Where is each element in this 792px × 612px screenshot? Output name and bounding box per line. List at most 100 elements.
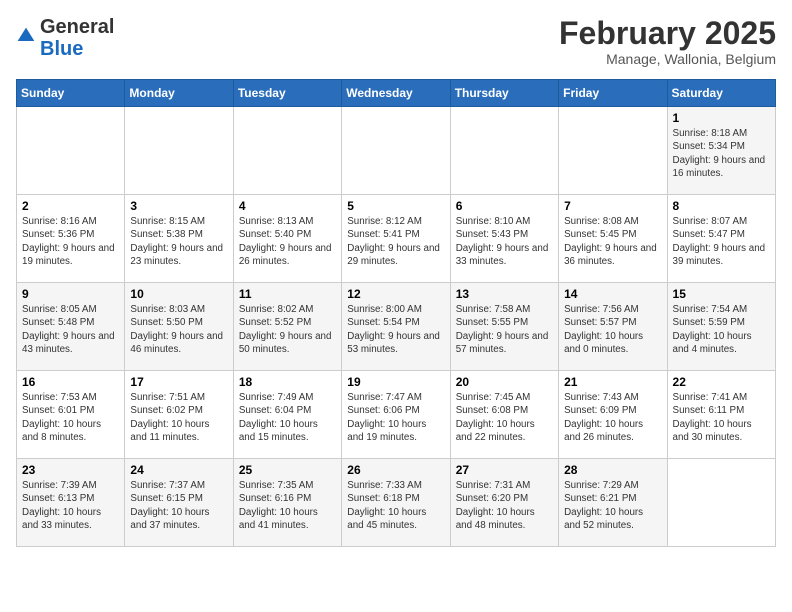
- calendar-cell: [125, 107, 233, 195]
- calendar-cell: 5Sunrise: 8:12 AM Sunset: 5:41 PM Daylig…: [342, 195, 450, 283]
- day-info: Sunrise: 7:31 AM Sunset: 6:20 PM Dayligh…: [456, 479, 553, 532]
- calendar-cell: 21 Sunrise: 7:43 AM Sunset: 6:09 PM Dayli…: [559, 371, 667, 459]
- day-number: 13: [456, 287, 553, 301]
- calendar-week-4: 16Sunrise: 7:53 AM Sunset: 6:01 PM Dayli…: [17, 371, 776, 459]
- day-info: Sunrise: 7:35 AM Sunset: 6:16 PM Dayligh…: [239, 479, 336, 532]
- calendar-cell: 12 Sunrise: 8:00 AM Sunset: 5:54 PM Dayli…: [342, 283, 450, 371]
- day-info: Sunrise: 8:08 AM Sunset: 5:45 PM Dayligh…: [564, 215, 661, 268]
- day-number: 22: [673, 375, 770, 389]
- weekday-header-thursday: Thursday: [450, 80, 558, 107]
- weekday-header-saturday: Saturday: [667, 80, 775, 107]
- day-number: 26: [347, 463, 444, 477]
- day-number: 23: [22, 463, 119, 477]
- day-number: 21: [564, 375, 661, 389]
- day-number: 10: [130, 287, 227, 301]
- weekday-header-friday: Friday: [559, 80, 667, 107]
- calendar-cell: 19Sunrise: 7:47 AM Sunset: 6:06 PM Dayli…: [342, 371, 450, 459]
- calendar-cell: [342, 107, 450, 195]
- day-info: Sunrise: 8:16 AM Sunset: 5:36 PM Dayligh…: [22, 215, 119, 268]
- weekday-header-sunday: Sunday: [17, 80, 125, 107]
- calendar-cell: 22 Sunrise: 7:41 AM Sunset: 6:11 PM Dayli…: [667, 371, 775, 459]
- calendar-cell: [559, 107, 667, 195]
- day-info: Sunrise: 7:51 AM Sunset: 6:02 PM Dayligh…: [130, 391, 227, 444]
- day-info: Sunrise: 8:10 AM Sunset: 5:43 PM Dayligh…: [456, 215, 553, 268]
- day-info: Sunrise: 7:54 AM Sunset: 5:59 PM Dayligh…: [673, 303, 770, 356]
- weekday-header-monday: Monday: [125, 80, 233, 107]
- calendar-cell: 25Sunrise: 7:35 AM Sunset: 6:16 PM Dayli…: [233, 459, 341, 547]
- day-info: Sunrise: 8:12 AM Sunset: 5:41 PM Dayligh…: [347, 215, 444, 268]
- calendar-cell: 17 Sunrise: 7:51 AM Sunset: 6:02 PM Dayli…: [125, 371, 233, 459]
- calendar-week-2: 2Sunrise: 8:16 AM Sunset: 5:36 PM Daylig…: [17, 195, 776, 283]
- calendar-cell: 24 Sunrise: 7:37 AM Sunset: 6:15 PM Dayli…: [125, 459, 233, 547]
- day-number: 17: [130, 375, 227, 389]
- day-info: Sunrise: 7:33 AM Sunset: 6:18 PM Dayligh…: [347, 479, 444, 532]
- day-number: 12: [347, 287, 444, 301]
- day-info: Sunrise: 7:37 AM Sunset: 6:15 PM Dayligh…: [130, 479, 227, 532]
- day-info: Sunrise: 7:39 AM Sunset: 6:13 PM Dayligh…: [22, 479, 119, 532]
- day-info: Sunrise: 7:29 AM Sunset: 6:21 PM Dayligh…: [564, 479, 661, 532]
- day-number: 4: [239, 199, 336, 213]
- day-number: 7: [564, 199, 661, 213]
- day-info: Sunrise: 7:49 AM Sunset: 6:04 PM Dayligh…: [239, 391, 336, 444]
- day-number: 11: [239, 287, 336, 301]
- calendar-cell: 8 Sunrise: 8:07 AM Sunset: 5:47 PM Daylig…: [667, 195, 775, 283]
- calendar-cell: 4 Sunrise: 8:13 AM Sunset: 5:40 PM Daylig…: [233, 195, 341, 283]
- calendar-cell: 11 Sunrise: 8:02 AM Sunset: 5:52 PM Dayli…: [233, 283, 341, 371]
- calendar-cell: 18 Sunrise: 7:49 AM Sunset: 6:04 PM Dayli…: [233, 371, 341, 459]
- day-number: 8: [673, 199, 770, 213]
- calendar-cell: 26 Sunrise: 7:33 AM Sunset: 6:18 PM Dayli…: [342, 459, 450, 547]
- weekday-row: SundayMondayTuesdayWednesdayThursdayFrid…: [17, 80, 776, 107]
- day-info: Sunrise: 7:43 AM Sunset: 6:09 PM Dayligh…: [564, 391, 661, 444]
- day-info: Sunrise: 7:53 AM Sunset: 6:01 PM Dayligh…: [22, 391, 119, 444]
- weekday-header-wednesday: Wednesday: [342, 80, 450, 107]
- day-info: Sunrise: 8:02 AM Sunset: 5:52 PM Dayligh…: [239, 303, 336, 356]
- calendar-week-5: 23 Sunrise: 7:39 AM Sunset: 6:13 PM Dayli…: [17, 459, 776, 547]
- calendar-header: SundayMondayTuesdayWednesdayThursdayFrid…: [17, 80, 776, 107]
- day-number: 28: [564, 463, 661, 477]
- month-year: February 2025: [559, 16, 776, 51]
- day-info: Sunrise: 7:58 AM Sunset: 5:55 PM Dayligh…: [456, 303, 553, 356]
- calendar-week-1: 1 Sunrise: 8:18 AM Sunset: 5:34 PM Daylig…: [17, 107, 776, 195]
- day-info: Sunrise: 8:05 AM Sunset: 5:48 PM Dayligh…: [22, 303, 119, 356]
- calendar-cell: 2Sunrise: 8:16 AM Sunset: 5:36 PM Daylig…: [17, 195, 125, 283]
- calendar-cell: 1 Sunrise: 8:18 AM Sunset: 5:34 PM Daylig…: [667, 107, 775, 195]
- calendar-cell: [450, 107, 558, 195]
- day-info: Sunrise: 8:13 AM Sunset: 5:40 PM Dayligh…: [239, 215, 336, 268]
- calendar-cell: 28 Sunrise: 7:29 AM Sunset: 6:21 PM Dayli…: [559, 459, 667, 547]
- day-number: 14: [564, 287, 661, 301]
- day-info: Sunrise: 8:07 AM Sunset: 5:47 PM Dayligh…: [673, 215, 770, 268]
- calendar-cell: [233, 107, 341, 195]
- day-number: 1: [673, 111, 770, 125]
- day-number: 18: [239, 375, 336, 389]
- calendar-body: 1 Sunrise: 8:18 AM Sunset: 5:34 PM Daylig…: [17, 107, 776, 547]
- logo: General Blue: [16, 16, 114, 60]
- day-info: Sunrise: 7:56 AM Sunset: 5:57 PM Dayligh…: [564, 303, 661, 356]
- calendar-cell: 9 Sunrise: 8:05 AM Sunset: 5:48 PM Daylig…: [17, 283, 125, 371]
- calendar-table: SundayMondayTuesdayWednesdayThursdayFrid…: [16, 79, 776, 547]
- day-number: 3: [130, 199, 227, 213]
- title-block: February 2025 Manage, Wallonia, Belgium: [559, 16, 776, 67]
- calendar-cell: 13 Sunrise: 7:58 AM Sunset: 5:55 PM Dayli…: [450, 283, 558, 371]
- calendar-week-3: 9 Sunrise: 8:05 AM Sunset: 5:48 PM Daylig…: [17, 283, 776, 371]
- day-info: Sunrise: 7:41 AM Sunset: 6:11 PM Dayligh…: [673, 391, 770, 444]
- calendar-cell: 16Sunrise: 7:53 AM Sunset: 6:01 PM Dayli…: [17, 371, 125, 459]
- logo-icon: [16, 26, 36, 46]
- day-number: 24: [130, 463, 227, 477]
- day-info: Sunrise: 7:45 AM Sunset: 6:08 PM Dayligh…: [456, 391, 553, 444]
- calendar-cell: 23 Sunrise: 7:39 AM Sunset: 6:13 PM Dayli…: [17, 459, 125, 547]
- day-number: 6: [456, 199, 553, 213]
- day-info: Sunrise: 8:00 AM Sunset: 5:54 PM Dayligh…: [347, 303, 444, 356]
- day-number: 27: [456, 463, 553, 477]
- logo-text: General Blue: [40, 16, 114, 60]
- day-info: Sunrise: 8:15 AM Sunset: 5:38 PM Dayligh…: [130, 215, 227, 268]
- calendar-cell: [667, 459, 775, 547]
- location: Manage, Wallonia, Belgium: [559, 51, 776, 67]
- day-number: 15: [673, 287, 770, 301]
- calendar-cell: 10Sunrise: 8:03 AM Sunset: 5:50 PM Dayli…: [125, 283, 233, 371]
- calendar-cell: 3 Sunrise: 8:15 AM Sunset: 5:38 PM Daylig…: [125, 195, 233, 283]
- calendar-cell: 7 Sunrise: 8:08 AM Sunset: 5:45 PM Daylig…: [559, 195, 667, 283]
- day-number: 19: [347, 375, 444, 389]
- day-number: 9: [22, 287, 119, 301]
- day-info: Sunrise: 8:18 AM Sunset: 5:34 PM Dayligh…: [673, 127, 770, 180]
- calendar-cell: 27 Sunrise: 7:31 AM Sunset: 6:20 PM Dayli…: [450, 459, 558, 547]
